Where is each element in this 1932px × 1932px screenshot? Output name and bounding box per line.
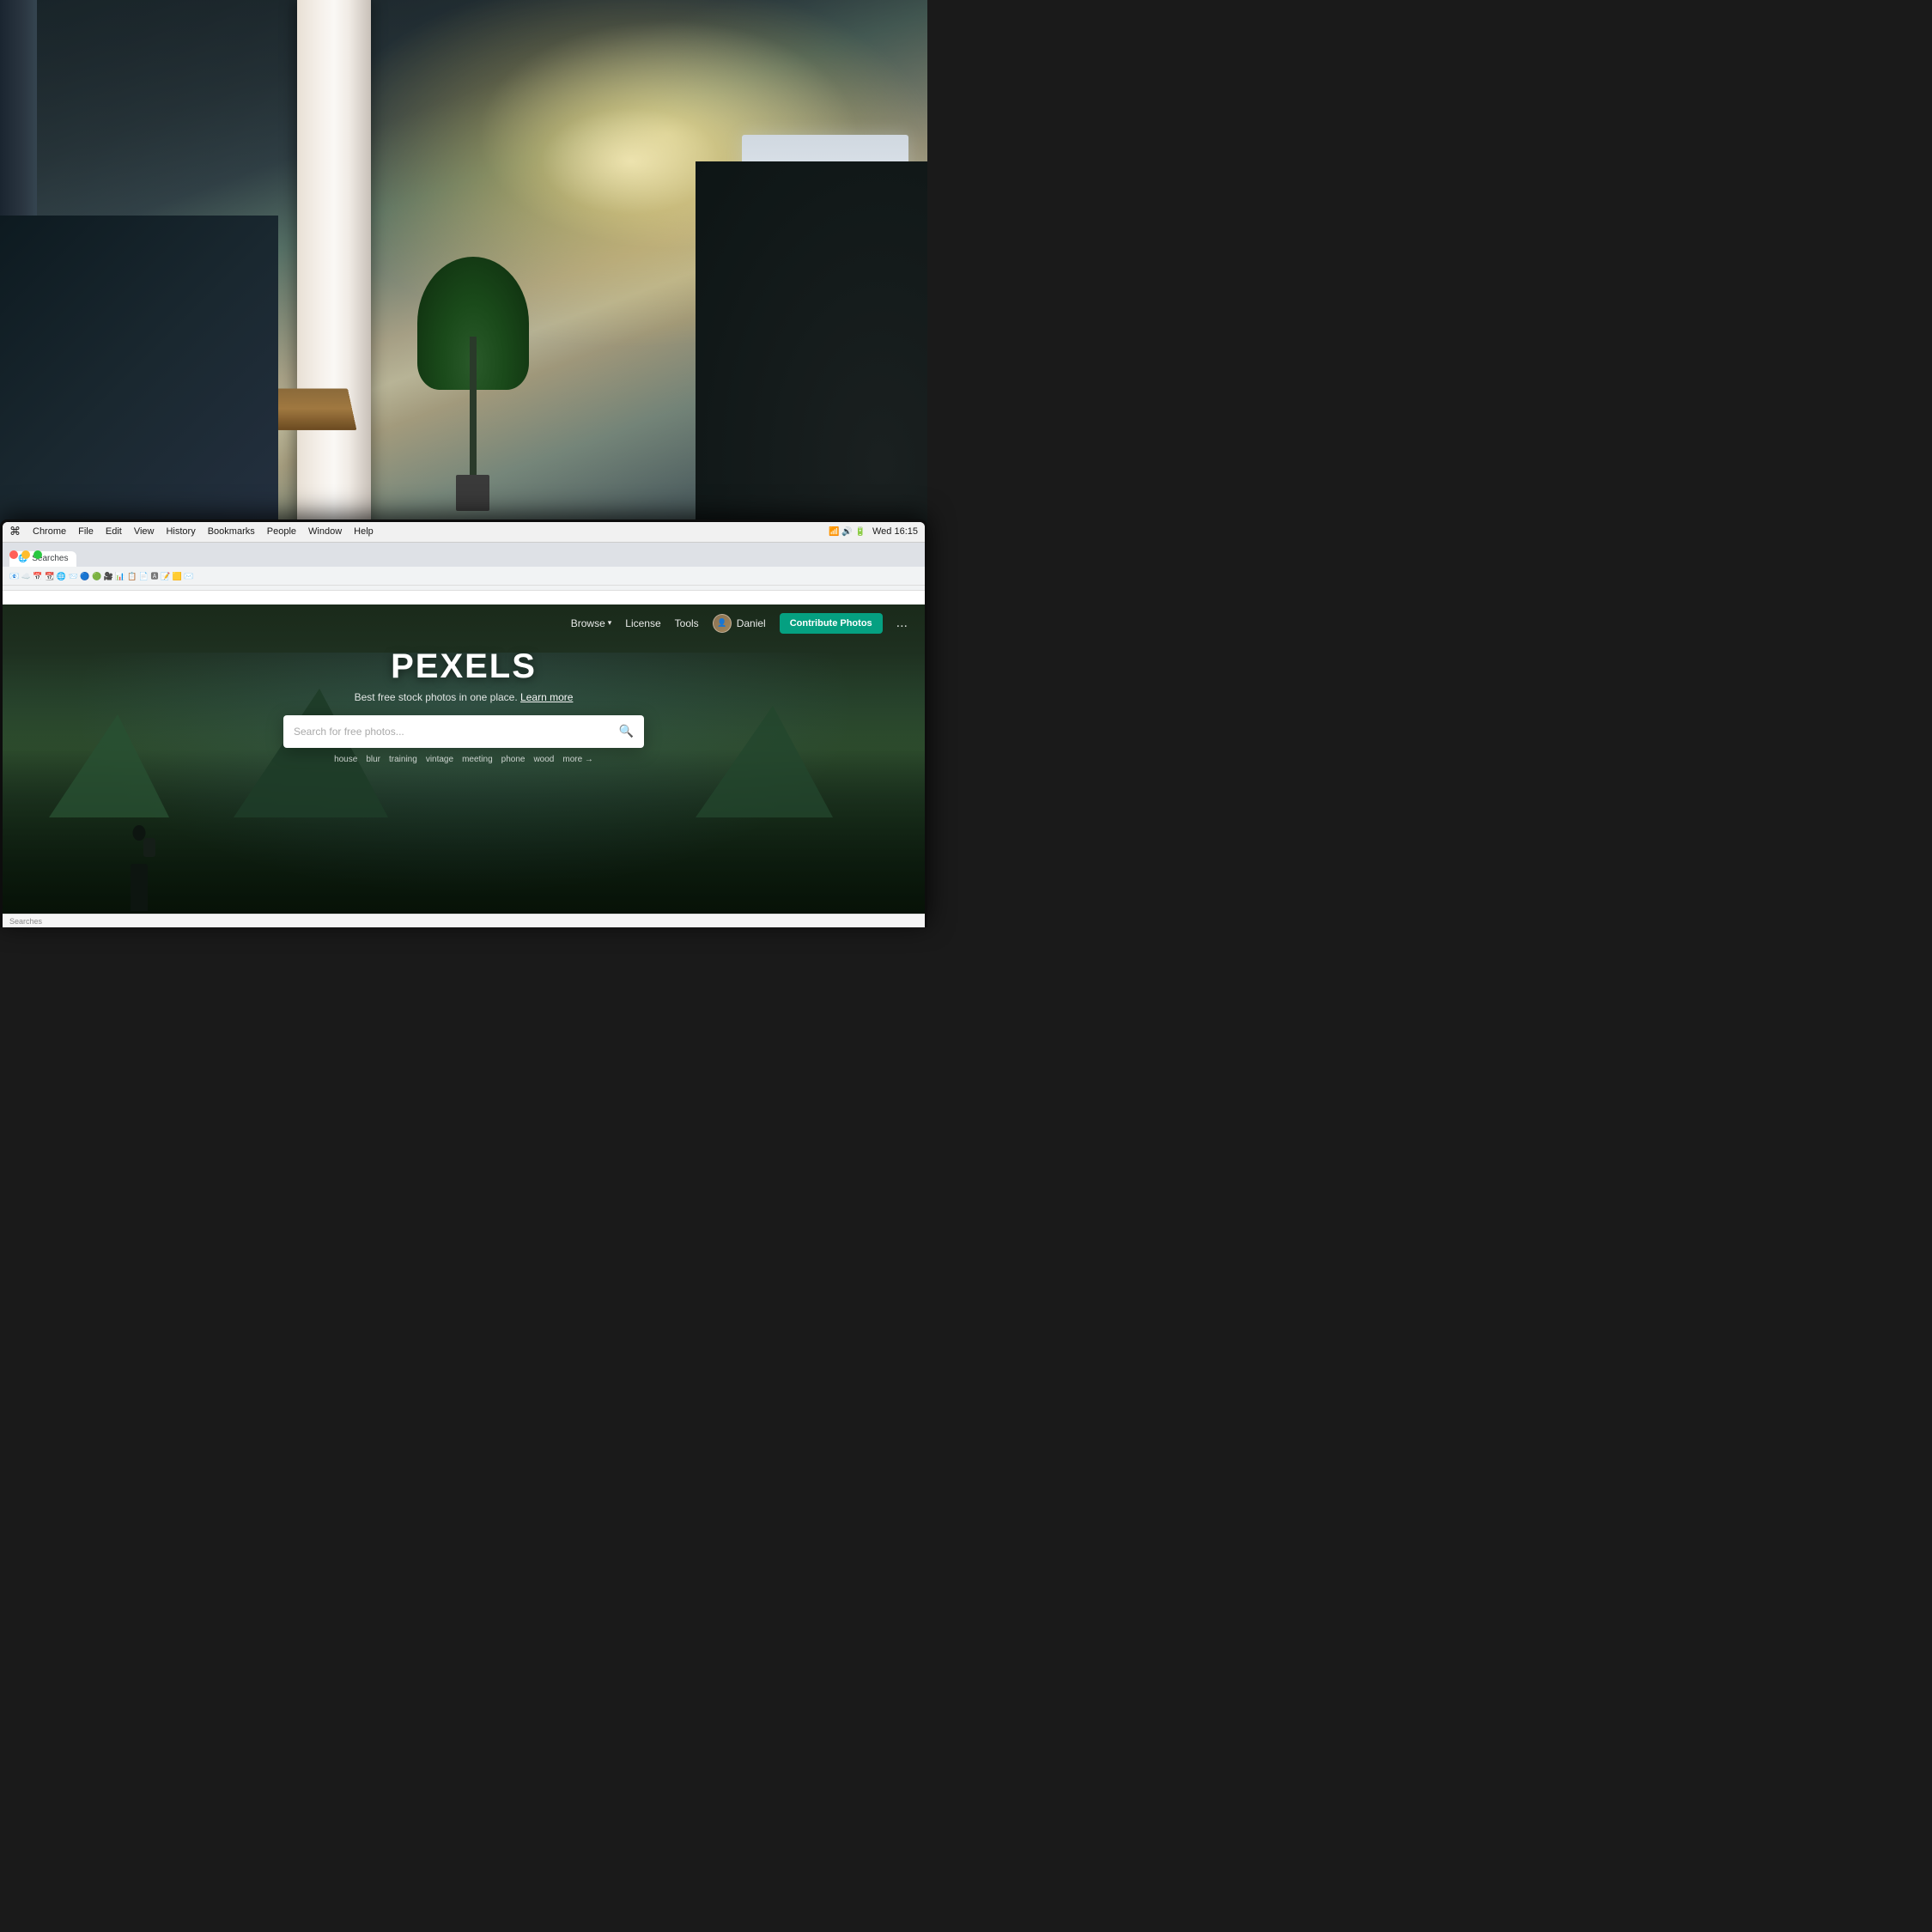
monitor-bezel: ⌘ Chrome File Edit View History Bookmark… (0, 519, 927, 927)
chair (696, 161, 927, 538)
suggestion-phone[interactable]: phone (501, 755, 526, 764)
plant (417, 269, 529, 511)
suggestion-more[interactable]: more → (562, 755, 593, 764)
person-silhouette (113, 825, 165, 911)
person-body (131, 864, 148, 911)
menu-items: Chrome File Edit View History Bookmarks … (33, 526, 817, 537)
close-button[interactable] (9, 550, 18, 559)
menu-history[interactable]: History (166, 526, 195, 537)
screen: ⌘ Chrome File Edit View History Bookmark… (3, 522, 925, 927)
plant-pot (456, 475, 489, 511)
person-backpack (143, 838, 155, 857)
battery-status: 📶 🔊 🔋 (829, 527, 866, 537)
menu-window[interactable]: Window (308, 526, 342, 537)
maximize-button[interactable] (33, 550, 42, 559)
minimize-button[interactable] (21, 550, 30, 559)
menu-bookmarks[interactable]: Bookmarks (208, 526, 255, 537)
menu-people[interactable]: People (267, 526, 296, 537)
more-options-button[interactable]: ... (896, 616, 908, 631)
menu-view[interactable]: View (134, 526, 155, 537)
menu-edit[interactable]: Edit (106, 526, 122, 537)
contribute-photos-button[interactable]: Contribute Photos (780, 613, 883, 634)
suggestion-blur[interactable]: blur (366, 755, 380, 764)
website-content: Browse ▾ License Tools 👤 Daniel Contribu… (3, 605, 925, 927)
traffic-lights (9, 550, 42, 559)
office-background (0, 0, 927, 538)
search-icon[interactable]: 🔍 (619, 724, 634, 738)
suggestion-meeting[interactable]: meeting (462, 755, 493, 764)
pexels-nav: Browse ▾ License Tools 👤 Daniel Contribu… (3, 605, 925, 642)
pillar (297, 0, 371, 538)
datetime: Wed 16:15 (872, 526, 918, 537)
suggestion-house[interactable]: house (334, 755, 357, 764)
hero-content: PEXELS Best free stock photos in one pla… (3, 647, 925, 764)
bookmarks-bar: 📧 ☁️ 📅 📆 🌐 📨 🔵 🟢 🎥 📊 📋 📄 🅰 📝 🟨 ✉️ (3, 567, 925, 586)
learn-more-link[interactable]: Learn more (520, 691, 573, 703)
status-searches: Searches (9, 917, 42, 926)
nav-tools[interactable]: Tools (675, 617, 699, 629)
suggestion-training[interactable]: training (389, 755, 417, 764)
browse-dropdown-icon: ▾ (608, 618, 612, 628)
nav-browse[interactable]: Browse ▾ (571, 617, 612, 629)
search-placeholder: Search for free photos... (294, 726, 619, 738)
search-suggestions: house blur training vintage meeting phon… (283, 755, 644, 764)
hero-tagline: Best free stock photos in one place. Lea… (355, 691, 574, 703)
bookmarks-icons: 📧 ☁️ 📅 📆 🌐 📨 🔵 🟢 🎥 📊 📋 📄 🅰 📝 🟨 ✉️ (9, 570, 194, 581)
plant-stem (470, 337, 477, 482)
nav-user[interactable]: 👤 Daniel (713, 614, 766, 633)
status-bar: Searches (3, 914, 925, 927)
menu-right: 📶 🔊 🔋 Wed 16:15 (829, 526, 918, 537)
menu-help[interactable]: Help (354, 526, 374, 537)
avatar-icon: 👤 (717, 618, 726, 628)
dark-left (0, 216, 278, 538)
menu-chrome[interactable]: Chrome (33, 526, 66, 537)
chrome-tab-bar: 🌐 Searches (3, 543, 925, 567)
search-bar[interactable]: Search for free photos... 🔍 (283, 715, 644, 748)
macos-menubar: ⌘ Chrome File Edit View History Bookmark… (3, 522, 925, 543)
site-title: PEXELS (391, 647, 537, 686)
menu-file[interactable]: File (78, 526, 94, 537)
monitor-frame: ⌘ Chrome File Edit View History Bookmark… (0, 519, 927, 927)
suggestion-wood[interactable]: wood (533, 755, 554, 764)
user-avatar: 👤 (713, 614, 732, 633)
suggestion-vintage[interactable]: vintage (426, 755, 453, 764)
apple-logo-icon: ⌘ (9, 525, 21, 538)
pexels-hero: Browse ▾ License Tools 👤 Daniel Contribu… (3, 605, 925, 927)
user-name: Daniel (737, 617, 766, 629)
nav-license[interactable]: License (625, 617, 660, 629)
